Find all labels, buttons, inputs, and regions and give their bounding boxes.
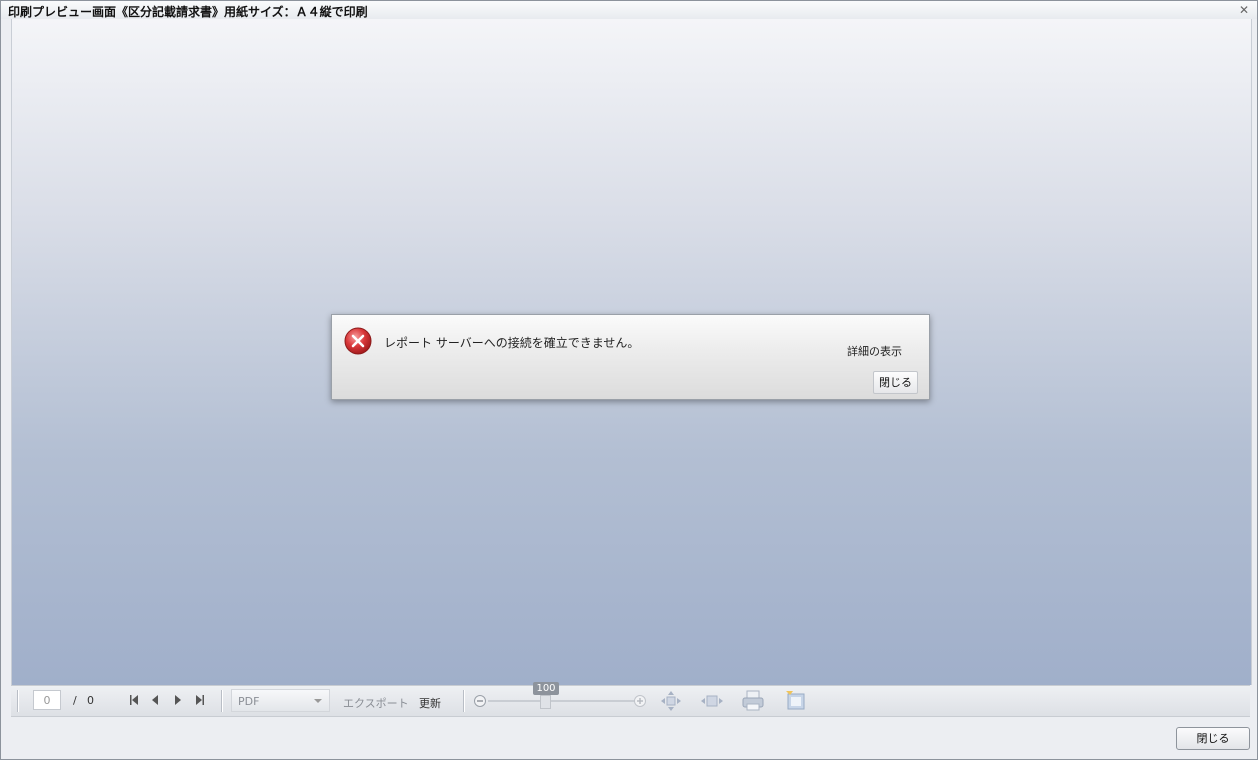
report-toolbar: 0 / 0 PDF エクスポート 更新 100 — [11, 682, 1250, 717]
zoom-in-icon[interactable] — [631, 694, 649, 708]
next-page-icon[interactable] — [175, 695, 181, 705]
zoom-slider-track[interactable] — [488, 700, 638, 702]
export-button[interactable]: エクスポート — [343, 695, 409, 711]
fit-width-icon[interactable] — [701, 694, 723, 708]
print-layout-icon[interactable] — [785, 690, 807, 712]
zoom-slider-thumb[interactable] — [540, 695, 551, 709]
zoom-out-icon[interactable] — [474, 694, 488, 708]
show-details-link[interactable]: 詳細の表示 — [847, 343, 902, 359]
window-close-icon[interactable]: ✕ — [1239, 3, 1249, 17]
page-total: 0 — [87, 694, 94, 707]
print-preview-window: 印刷プレビュー画面《区分記載請求書》用紙サイズ：Ａ４縦で印刷 ✕ 0 / 0 P… — [0, 0, 1258, 760]
first-page-icon[interactable] — [130, 695, 138, 705]
toolbar-separator — [463, 690, 464, 712]
window-close-button[interactable]: 閉じる — [1176, 727, 1250, 750]
toolbar-separator — [17, 690, 18, 712]
previous-page-icon[interactable] — [152, 695, 158, 705]
page-number-input[interactable]: 0 — [33, 690, 61, 710]
chevron-down-icon — [314, 699, 322, 703]
export-format-value: PDF — [238, 695, 260, 708]
refresh-button[interactable]: 更新 — [419, 695, 441, 711]
dialog-close-button[interactable]: 閉じる — [873, 371, 918, 394]
page-separator: / — [73, 694, 77, 707]
zoom-value: 100 — [533, 682, 559, 695]
error-message: レポート サーバーへの接続を確立できません。 — [384, 336, 640, 350]
fit-page-icon[interactable] — [661, 691, 681, 711]
error-dialog: レポート サーバーへの接続を確立できません。 詳細の表示 閉じる — [331, 314, 930, 400]
title-bar: 印刷プレビュー画面《区分記載請求書》用紙サイズ：Ａ４縦で印刷 ✕ — [1, 1, 1257, 19]
last-page-icon[interactable] — [196, 695, 204, 705]
toolbar-separator — [221, 690, 222, 712]
export-format-select[interactable]: PDF — [231, 689, 330, 712]
error-icon — [344, 327, 372, 355]
window-title: 印刷プレビュー画面《区分記載請求書》用紙サイズ：Ａ４縦で印刷 — [8, 5, 368, 19]
print-icon[interactable] — [742, 690, 764, 712]
